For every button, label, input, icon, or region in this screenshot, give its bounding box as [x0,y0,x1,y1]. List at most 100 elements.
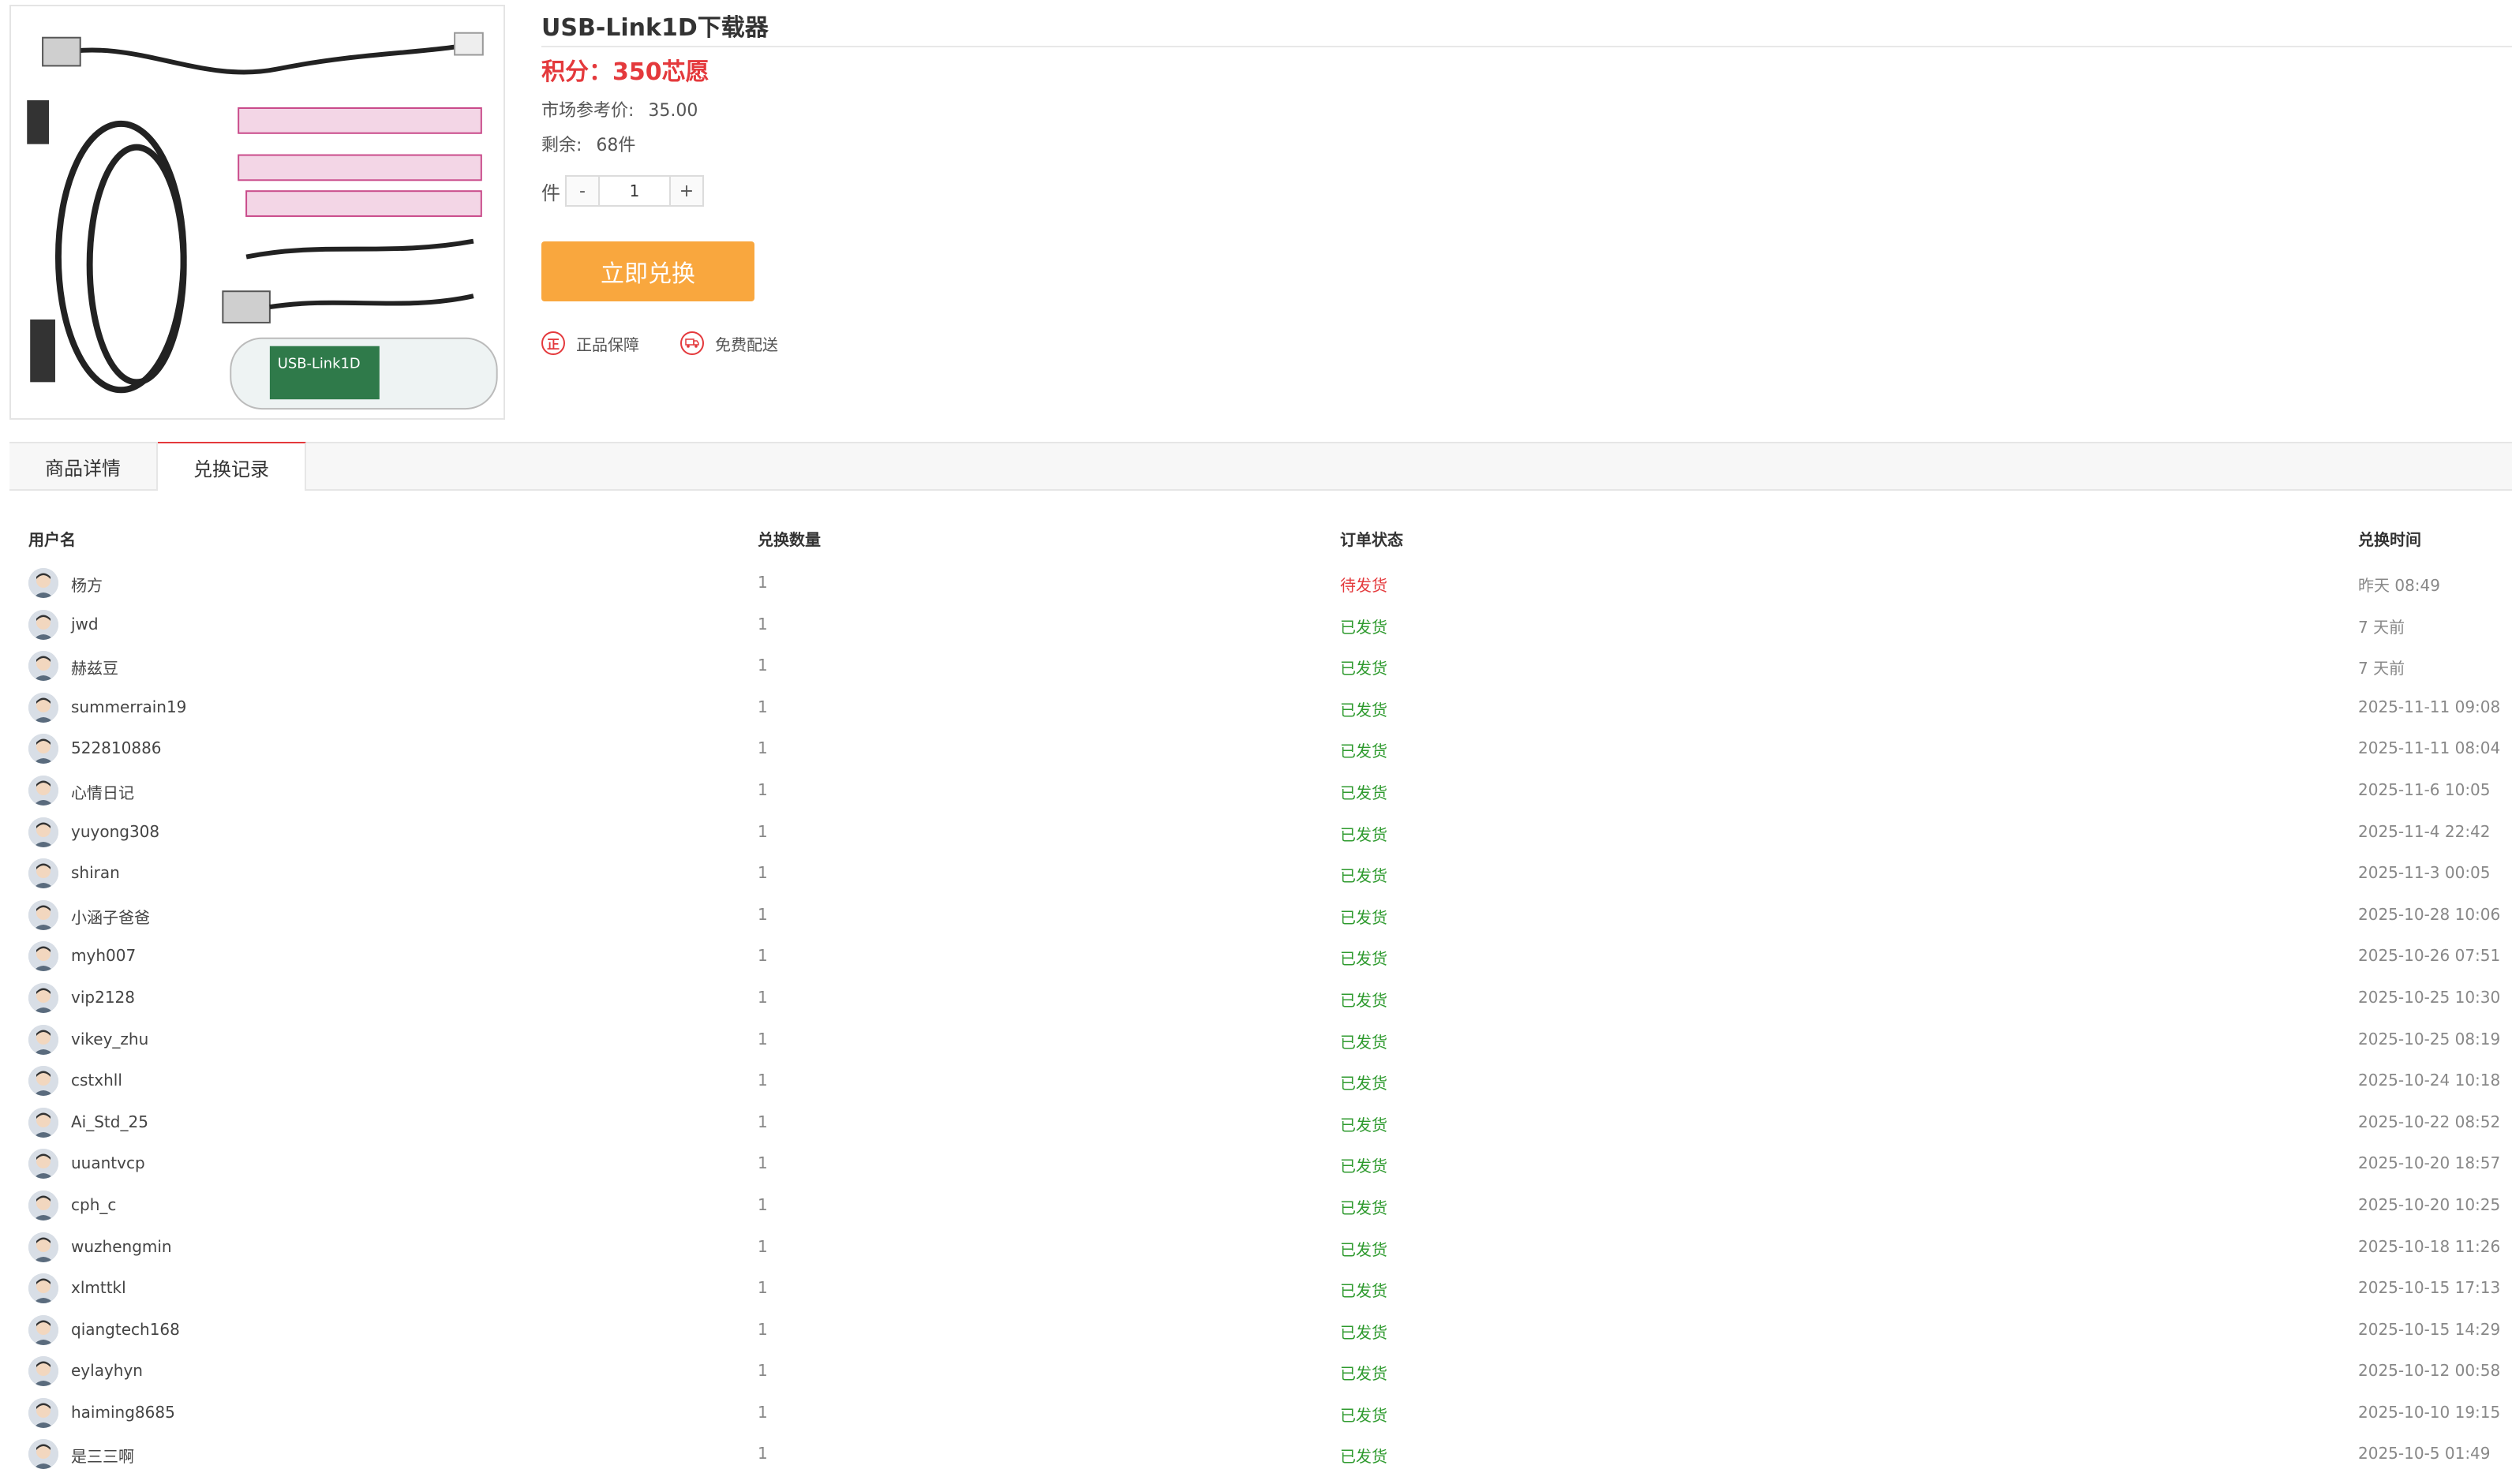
row-order-status: 已发货 [1340,617,1387,637]
table-row: Ai_Std_25 1 已发货 2025-10-22 08:52 [28,1105,2500,1146]
row-quantity: 1 [758,1361,768,1381]
row-redeem-time: 2025-10-20 10:25 [2358,1194,2501,1214]
row-username[interactable]: wuzhengmin [71,1237,172,1256]
product-image: USB-Link1D [9,5,505,420]
default-avatar-icon [28,858,58,889]
row-order-status: 已发货 [1340,700,1387,720]
row-redeem-time: 2025-10-25 08:19 [2358,1029,2501,1049]
row-order-status: 已发货 [1340,907,1387,927]
free-delivery-label: 免费配送 [715,335,778,354]
row-quantity: 1 [758,1444,768,1463]
default-avatar-icon [28,568,58,598]
default-avatar-icon [28,1066,58,1097]
row-quantity: 1 [758,1153,768,1173]
stock-remaining: 剩余: 68件 [541,131,635,156]
row-username[interactable]: myh007 [71,946,136,965]
tabs-bar: 商品详情 兑换记录 [9,442,2512,491]
default-avatar-icon [28,1107,58,1138]
default-avatar-icon [28,775,58,806]
truck-icon [680,331,704,355]
quantity-label: 件 [541,181,560,204]
table-row: 小涵子爸爸 1 已发货 2025-10-28 10:06 [28,897,2500,939]
product-title: USB-Link1D下载器 [541,14,769,42]
default-avatar-icon [28,1024,58,1055]
row-redeem-time: 7 天前 [2358,659,2405,678]
row-order-status: 已发货 [1340,1322,1387,1342]
row-username[interactable]: yuyong308 [71,822,159,841]
row-quantity: 1 [758,779,768,799]
row-username[interactable]: 小涵子爸爸 [71,905,150,928]
row-redeem-time: 2025-10-10 19:15 [2358,1402,2501,1422]
row-username[interactable]: eylayhyn [71,1361,143,1380]
product-price: 积分：350芯愿 [541,58,709,86]
market-price-value: 35.00 [648,101,698,121]
row-username[interactable]: uuantvcp [71,1153,145,1172]
row-quantity: 1 [758,1402,768,1422]
row-username[interactable]: 杨方 [71,573,103,596]
redeem-now-button[interactable]: 立即兑换 [541,241,754,301]
stock-value: 68件 [596,136,636,155]
genuine-guarantee: 正 正品保障 [541,331,639,355]
row-redeem-time: 2025-11-3 00:05 [2358,863,2491,883]
row-redeem-time: 2025-11-11 08:04 [2358,738,2501,758]
row-username[interactable]: jwd [71,615,99,634]
default-avatar-icon [28,899,58,930]
row-quantity: 1 [758,697,768,716]
row-redeem-time: 2025-10-15 17:13 [2358,1278,2501,1298]
row-order-status: 已发货 [1340,1157,1387,1176]
row-quantity: 1 [758,614,768,634]
row-order-status: 已发货 [1340,824,1387,844]
free-delivery: 免费配送 [680,331,778,355]
row-quantity: 1 [758,738,768,758]
row-redeem-time: 2025-11-11 09:08 [2358,697,2501,716]
row-order-status: 已发货 [1340,1447,1387,1467]
quantity-plus-button[interactable]: + [671,177,702,205]
row-order-status: 已发货 [1340,949,1387,969]
row-order-status: 已发货 [1340,1074,1387,1093]
quantity-minus-button[interactable]: - [567,177,598,205]
table-row: eylayhyn 1 已发货 2025-10-12 00:58 [28,1353,2500,1395]
row-username[interactable]: summerrain19 [71,697,186,716]
row-quantity: 1 [758,1194,768,1214]
row-username[interactable]: haiming8685 [71,1403,175,1422]
header-redeem-time: 兑换时间 [2358,530,2421,549]
row-quantity: 1 [758,821,768,841]
table-row: wuzhengmin 1 已发货 2025-10-18 11:26 [28,1229,2500,1271]
row-username[interactable]: cstxhll [71,1071,122,1090]
row-redeem-time: 2025-10-25 10:30 [2358,987,2501,1007]
row-order-status: 已发货 [1340,1032,1387,1052]
default-avatar-icon [28,817,58,847]
row-username[interactable]: shiran [71,863,120,882]
default-avatar-icon [28,1314,58,1345]
row-username[interactable]: vip2128 [71,988,135,1007]
row-username[interactable]: Ai_Std_25 [71,1112,148,1131]
row-order-status: 已发货 [1340,1239,1387,1259]
tab-product-details[interactable]: 商品详情 [9,443,158,489]
row-quantity: 1 [758,1319,768,1339]
row-username[interactable]: vikey_zhu [71,1030,148,1049]
default-avatar-icon [28,692,58,723]
stock-label: 剩余: [541,136,582,155]
row-redeem-time: 2025-11-6 10:05 [2358,779,2491,799]
row-order-status: 已发货 [1340,659,1387,678]
table-row: uuantvcp 1 已发货 2025-10-20 18:57 [28,1146,2500,1187]
row-username[interactable]: 赫兹豆 [71,656,118,678]
table-row: 522810886 1 已发货 2025-11-11 08:04 [28,731,2500,772]
row-username[interactable]: 是三三啊 [71,1444,134,1467]
row-username[interactable]: xlmttkl [71,1278,126,1297]
tab-redeem-records[interactable]: 兑换记录 [158,442,306,491]
default-avatar-icon [28,1232,58,1262]
row-quantity: 1 [758,656,768,675]
row-username[interactable]: cph_c [71,1195,116,1214]
row-username[interactable]: 522810886 [71,738,162,757]
row-redeem-time: 2025-10-15 14:29 [2358,1319,2501,1339]
market-price-label: 市场参考价: [541,101,635,121]
row-quantity: 1 [758,1278,768,1298]
quantity-input[interactable] [598,177,671,205]
row-quantity: 1 [758,904,768,924]
table-header: 用户名 兑换数量 订单状态 兑换时间 [28,527,2493,565]
row-order-status: 已发货 [1340,1364,1387,1384]
row-username[interactable]: 心情日记 [71,780,134,803]
default-avatar-icon [28,1356,58,1387]
row-username[interactable]: qiangtech168 [71,1320,180,1339]
